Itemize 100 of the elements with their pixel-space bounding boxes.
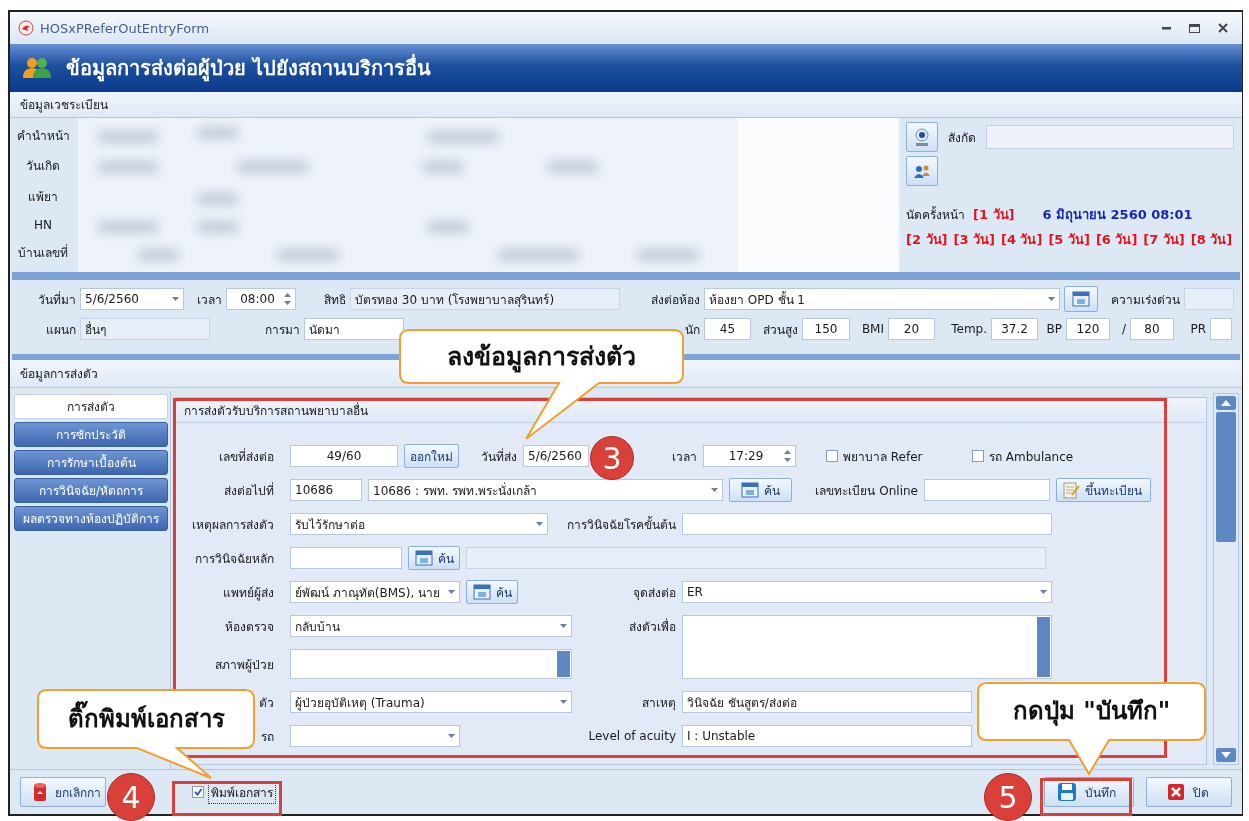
field-label: Temp. (951, 322, 987, 336)
day-link[interactable]: [7 วัน] (1143, 229, 1185, 250)
register-button[interactable]: ขึ้นทะเบียน (1056, 478, 1151, 502)
field-label: เวลา (197, 291, 222, 309)
caret-icon (172, 297, 179, 301)
search-button[interactable]: ค้น (729, 478, 792, 502)
cancel-button[interactable]: ยกเลิกกา (20, 777, 106, 807)
scrollbar (557, 651, 570, 677)
checkbox-label: รถ Ambulance (989, 448, 1074, 466)
day-link[interactable]: [2 วัน] (906, 229, 948, 250)
day-link[interactable]: [5 วัน] (1048, 229, 1090, 250)
nav-tab[interactable]: การส่งตัว (14, 394, 168, 419)
text-field[interactable]: 37.2 (991, 318, 1038, 340)
text-field[interactable] (1210, 318, 1232, 340)
field-label: สังกัด (948, 129, 976, 147)
text-area[interactable] (290, 649, 572, 679)
checkbox[interactable] (192, 786, 204, 798)
text-field[interactable]: 150 (802, 318, 850, 340)
nav-tab[interactable]: การซักประวัติ (14, 422, 168, 447)
search-button[interactable]: ค้น (466, 580, 518, 604)
search-button[interactable]: ค้น (408, 546, 460, 570)
caret-icon (536, 522, 543, 526)
dropdown[interactable]: ย์พัฒน์ ภาณุทัต(BMS), นาย (290, 581, 460, 603)
caret-icon (448, 734, 455, 738)
dropdown[interactable]: รับไว้รักษาต่อ (290, 513, 548, 535)
section-title: ข้อมูลเวชระเบียน (20, 97, 108, 114)
time-field[interactable]: 08:00 (226, 288, 296, 310)
text-field[interactable] (290, 547, 402, 569)
text-field[interactable] (682, 513, 1052, 535)
field-label: ความเร่งด่วน (1111, 291, 1180, 309)
text-field[interactable]: I : Unstable (682, 725, 972, 747)
spinner-icon (784, 449, 791, 463)
dropdown[interactable]: กลับบ้าน (290, 615, 572, 637)
day-link[interactable]: [1 วัน] (973, 204, 1015, 225)
checkbox[interactable] (826, 450, 838, 462)
field-label: การวินิจฉัยหลัก (195, 550, 274, 568)
field-label: ตัว (259, 694, 274, 712)
nav-tab[interactable]: การวินิจฉัย/หัตถการ (14, 478, 168, 503)
nav-tab[interactable]: การรักษาเบื้องต้น (14, 450, 168, 475)
day-link[interactable]: [6 วัน] (1095, 229, 1138, 250)
text-field[interactable]: 5/6/2560 (523, 445, 589, 467)
appointment-date: 6 มิถุนายน 2560 08:01 (1042, 206, 1193, 225)
new-number-button[interactable]: ออกใหม่ (404, 444, 459, 468)
field-label: แพทย์ผู้ส่ง (223, 584, 274, 602)
field-label: HN (34, 217, 52, 232)
field-label: เลขที่ส่งต่อ (219, 447, 274, 466)
camera-button[interactable] (906, 122, 938, 152)
field-label: รถ (261, 728, 274, 746)
window-icon (1072, 291, 1090, 307)
dropdown[interactable] (290, 725, 460, 747)
text-field[interactable]: 49/60 (290, 445, 398, 467)
section-title: ข้อมูลการส่งตัว (20, 366, 98, 383)
checkbox[interactable] (972, 450, 984, 462)
text-field[interactable]: 20 (888, 318, 935, 340)
callout-text: ลงข้อมูลการส่งตัว (447, 341, 636, 372)
day-link[interactable]: [3 วัน] (953, 229, 995, 250)
field-label: นัก (685, 321, 700, 339)
field-label: ส่งตัวเพื่อ (629, 617, 676, 636)
field-label: เหตุผลการส่งตัว (192, 516, 274, 534)
text-field[interactable]: นัดมา (304, 318, 404, 340)
dropdown[interactable]: ห้องยา OPD ชั้น 1 (704, 288, 1060, 310)
field-label: เวลา (672, 448, 697, 466)
field-label: Level of acuity (588, 729, 676, 743)
scroll-down-icon (1216, 748, 1236, 762)
text-field[interactable]: 80 (1130, 318, 1174, 340)
text-field[interactable]: 10686 (290, 479, 362, 501)
day-link[interactable]: [4 วัน] (1000, 229, 1043, 250)
dropdown[interactable]: ผู้ป่วยอุบัติเหตุ (Trauma) (290, 691, 572, 713)
text-area[interactable] (682, 615, 1052, 679)
save-button[interactable]: บันทึก (1044, 777, 1134, 807)
text-field[interactable] (986, 125, 1234, 149)
checkbox-label: พิมพ์เอกสาร (209, 781, 275, 803)
users-icon (22, 57, 52, 79)
dropdown[interactable]: 5/6/2560 (80, 288, 184, 310)
text-field[interactable]: วินิจฉัย ชันสูตร/ส่งต่อ (682, 691, 972, 713)
spinner-icon (284, 292, 291, 306)
lookup-button[interactable] (1064, 286, 1098, 312)
dropdown[interactable]: 10686 : รพท. รพท.พระนั่งเกล้า (368, 479, 723, 501)
caret-icon (560, 624, 567, 628)
text-field[interactable]: 120 (1066, 318, 1110, 340)
close-icon[interactable] (1218, 23, 1228, 33)
maximize-icon[interactable] (1189, 23, 1200, 33)
field-label: ส่งต่อห้อง (651, 291, 700, 309)
window-title: HOSxPReferOutEntryForm (40, 20, 211, 36)
minimize-icon[interactable] (1162, 26, 1171, 30)
text-field[interactable] (924, 479, 1050, 501)
dropdown[interactable]: ER (682, 581, 1052, 603)
field-label: สภาพผู้ป่วย (215, 656, 274, 674)
field-label: วันที่ส่ง (481, 447, 517, 466)
scrollbar (1037, 617, 1050, 677)
window-icon (741, 482, 759, 498)
day-link[interactable]: [8 วัน] (1190, 229, 1233, 250)
image-button[interactable] (906, 156, 938, 186)
nav-tab[interactable]: ผลตรวจทางห้องปฏิบัติการ (14, 506, 168, 531)
time-field[interactable]: 17:29 (703, 445, 796, 467)
close-button[interactable]: ปิด (1146, 777, 1232, 807)
scroll-thumb[interactable] (1216, 412, 1236, 542)
text-field[interactable]: 45 (704, 318, 751, 340)
field-label: BP (1046, 322, 1062, 336)
field-label: ส่วนสูง (763, 321, 798, 339)
